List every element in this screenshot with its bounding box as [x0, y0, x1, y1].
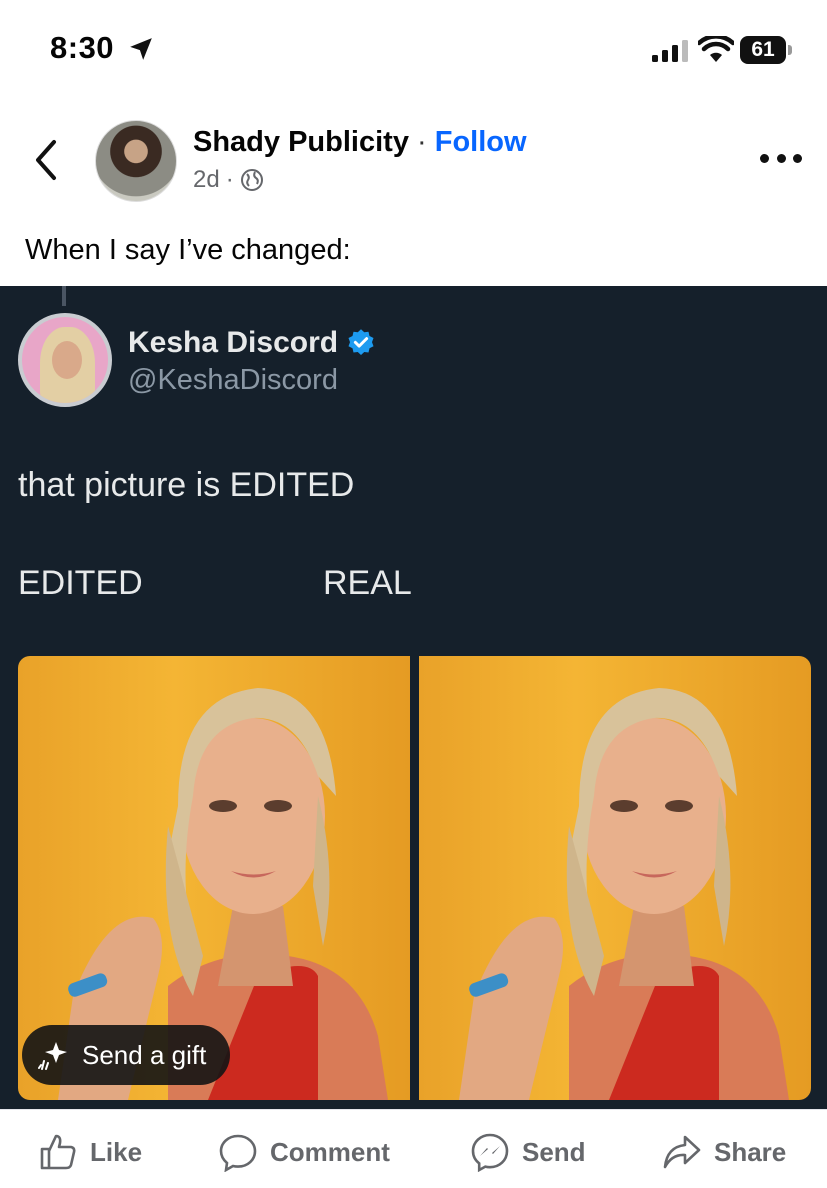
- tweet-avatar: [18, 313, 112, 407]
- globe-icon: [240, 169, 263, 191]
- share-label: Share: [714, 1136, 787, 1167]
- post-meta: 2d ·: [193, 166, 264, 194]
- post-author-line: Shady Publicity · Follow: [193, 126, 527, 159]
- label-real: REAL: [323, 564, 412, 602]
- tweet-handle: @KeshaDiscord: [128, 364, 338, 396]
- battery-level: 61: [740, 36, 786, 64]
- post-action-bar: Like Comment Send Share: [0, 1109, 827, 1188]
- thread-line: [62, 286, 66, 306]
- post-age[interactable]: 2d: [193, 166, 220, 194]
- dot: [760, 153, 769, 163]
- location-arrow-icon: [130, 38, 152, 60]
- battery-indicator: 61: [740, 36, 794, 64]
- page-avatar[interactable]: [95, 120, 177, 202]
- status-bar: 8:30 61: [0, 0, 827, 100]
- dot: [776, 153, 786, 163]
- send-gift-button[interactable]: Send a gift: [22, 1025, 231, 1085]
- like-button[interactable]: Like: [38, 1132, 142, 1172]
- comment-label: Comment: [270, 1136, 390, 1167]
- share-button[interactable]: Share: [662, 1132, 786, 1172]
- messenger-icon: [471, 1133, 509, 1172]
- status-time: 8:30: [50, 30, 115, 65]
- follow-button[interactable]: Follow: [435, 126, 527, 158]
- like-label: Like: [90, 1136, 143, 1167]
- avatar-face: [52, 341, 82, 379]
- dot: [793, 153, 802, 163]
- page-name[interactable]: Shady Publicity: [193, 126, 409, 158]
- thumbs-up-icon: [40, 1134, 76, 1170]
- photo-real: [419, 656, 811, 1100]
- comment-bubble-icon: [219, 1134, 257, 1172]
- verified-badge-icon: [348, 329, 374, 355]
- send-gift-label: Send a gift: [82, 1039, 207, 1070]
- send-button[interactable]: Send: [470, 1132, 586, 1172]
- post-caption: When I say I’ve changed:: [25, 234, 351, 266]
- portrait-illustration: [459, 688, 789, 1100]
- wifi-icon: [698, 36, 734, 62]
- label-edited: EDITED: [18, 564, 143, 602]
- tweet-display-name: Kesha Discord: [128, 326, 339, 359]
- more-options-button[interactable]: [760, 150, 802, 166]
- meta-separator: ·: [225, 166, 234, 193]
- back-button[interactable]: [30, 138, 60, 182]
- comment-button[interactable]: Comment: [218, 1132, 390, 1172]
- battery-tip: [788, 45, 792, 55]
- name-separator: ·: [417, 126, 427, 158]
- gift-sparkle-icon: [38, 1042, 67, 1070]
- tweet-author: Kesha Discord: [128, 326, 376, 360]
- post-image[interactable]: Kesha Discord @KeshaDiscord that picture…: [0, 286, 827, 1109]
- cellular-signal-icon: [652, 40, 688, 62]
- tweet-text: that picture is EDITED: [18, 466, 355, 504]
- share-arrow-icon: [663, 1135, 701, 1169]
- send-label: Send: [522, 1136, 586, 1167]
